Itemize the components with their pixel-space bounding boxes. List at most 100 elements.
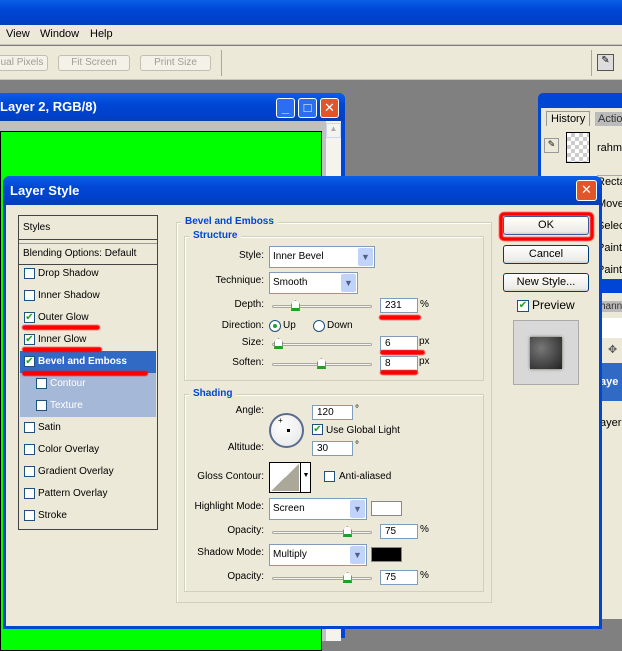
print-size-button[interactable]: Print Size [140, 55, 211, 71]
close-button[interactable]: ✕ [320, 98, 339, 118]
direction-down-label[interactable]: Down [327, 319, 353, 333]
soften-input[interactable]: 8 [380, 356, 418, 371]
technique-select[interactable]: Smooth ▼ [269, 272, 358, 294]
blending-options[interactable]: Blending Options: Default [19, 243, 157, 265]
snapshot-thumbnail[interactable] [566, 132, 590, 163]
style-checkbox[interactable]: ✔ [24, 312, 35, 323]
style-checkbox[interactable] [24, 488, 35, 499]
minimize-button[interactable]: _ [276, 98, 295, 118]
contour-preview [271, 464, 299, 491]
style-checkbox[interactable] [36, 400, 47, 411]
altitude-input[interactable]: 30 [312, 441, 353, 456]
highlight-opacity-input[interactable]: 75 [380, 524, 418, 539]
tab-actions[interactable]: Actio [595, 112, 622, 126]
altitude-label: Altitude: [227, 442, 264, 453]
ok-button[interactable]: OK [503, 216, 589, 235]
depth-slider[interactable] [272, 300, 372, 311]
direction-down-radio[interactable] [313, 320, 325, 332]
preview-thumbnail [513, 320, 579, 385]
highlight-opacity-unit: % [420, 524, 429, 535]
blend-field[interactable] [600, 318, 622, 338]
style-item-bevel-and-emboss[interactable]: ✔ Bevel and Emboss [20, 351, 156, 373]
style-item-drop-shadow[interactable]: Drop Shadow [20, 263, 156, 285]
shadow-opacity-label: Opacity: [227, 571, 264, 582]
style-select[interactable]: Inner Bevel ▼ [269, 246, 375, 268]
style-item-contour[interactable]: Contour [20, 373, 156, 395]
size-slider[interactable] [272, 338, 372, 349]
style-checkbox[interactable] [24, 422, 35, 433]
shadow-opacity-unit: % [420, 570, 429, 581]
file-browser-icon[interactable]: ✎ [597, 54, 614, 71]
maximize-button[interactable]: □ [298, 98, 317, 118]
style-checkbox[interactable]: ✔ [24, 334, 35, 345]
style-item-inner-shadow[interactable]: Inner Shadow [20, 285, 156, 307]
style-item-stroke[interactable]: Stroke [20, 505, 156, 527]
chevron-down-icon: ▼ [300, 463, 311, 492]
highlight-mode-select[interactable]: Screen ▼ [269, 498, 367, 520]
shadow-color-swatch[interactable] [371, 547, 402, 562]
angle-dial[interactable]: + [269, 413, 304, 448]
cancel-button[interactable]: Cancel [503, 245, 589, 264]
direction-up-radio[interactable] [269, 320, 281, 332]
layer-row-selected[interactable]: aye [600, 363, 622, 401]
style-checkbox[interactable] [24, 510, 35, 521]
anti-aliased-checkbox[interactable] [324, 471, 335, 482]
style-item-color-overlay[interactable]: Color Overlay [20, 439, 156, 461]
highlight-mode-label: Highlight Mode: [194, 501, 264, 512]
shadow-mode-select[interactable]: Multiply ▼ [269, 544, 367, 566]
anti-aliased-label[interactable]: Anti-aliased [339, 470, 391, 484]
menu-bar: View Window Help [0, 25, 622, 45]
styles-header[interactable]: Styles [19, 216, 157, 240]
style-checkbox[interactable] [24, 466, 35, 477]
style-item-label: Inner Shadow [38, 290, 100, 301]
gloss-contour-label: Gloss Contour: [197, 471, 264, 482]
soften-slider[interactable] [272, 358, 372, 369]
menu-window[interactable]: Window [40, 28, 79, 40]
soften-label: Soften: [232, 357, 264, 368]
snapshot-label: rahme [597, 142, 622, 154]
direction-up-label[interactable]: Up [283, 319, 296, 333]
altitude-degree: ° [355, 440, 359, 451]
highlight-opacity-slider[interactable] [272, 526, 372, 537]
style-item-label: Bevel and Emboss [38, 356, 127, 367]
app-title-bar [0, 0, 622, 25]
chevron-down-icon: ▼ [350, 546, 365, 564]
style-item-texture[interactable]: Texture [20, 395, 156, 417]
use-global-light-checkbox[interactable]: ✔ [312, 424, 323, 435]
size-unit: px [419, 336, 430, 347]
layers-body: hann ✥ aye ayer [600, 293, 622, 619]
history-brush-icon[interactable]: ✎ [544, 138, 559, 153]
tab-history[interactable]: History [546, 111, 591, 126]
angle-degree: ° [355, 404, 359, 415]
style-checkbox[interactable] [24, 290, 35, 301]
style-item-label: Stroke [38, 510, 67, 521]
menu-help[interactable]: Help [90, 28, 113, 40]
technique-value: Smooth [273, 277, 308, 288]
style-checkbox[interactable] [24, 444, 35, 455]
menu-view[interactable]: View [6, 28, 30, 40]
style-checkbox[interactable] [36, 378, 47, 389]
shadow-opacity-input[interactable]: 75 [380, 570, 418, 585]
layer-row[interactable]: ayer [600, 417, 621, 429]
style-checkbox[interactable] [24, 268, 35, 279]
shadow-opacity-slider[interactable] [272, 572, 372, 583]
highlight-color-swatch[interactable] [371, 501, 402, 516]
tab-channels[interactable]: hann [600, 301, 622, 312]
style-item-pattern-overlay[interactable]: Pattern Overlay [20, 483, 156, 505]
style-checkbox[interactable]: ✔ [24, 356, 35, 367]
depth-input[interactable]: 231 [380, 298, 418, 313]
gloss-contour-picker[interactable]: ▼ [269, 462, 311, 493]
actual-pixels-button[interactable]: ual Pixels [0, 55, 48, 71]
use-global-light-label[interactable]: Use Global Light [326, 424, 400, 438]
scroll-up-button[interactable]: ▲ [326, 123, 341, 138]
style-item-gradient-overlay[interactable]: Gradient Overlay [20, 461, 156, 483]
fit-screen-button[interactable]: Fit Screen [58, 55, 130, 71]
preview-checkbox[interactable]: ✔ [517, 300, 529, 312]
angle-input[interactable]: 120 [312, 405, 353, 420]
new-style-button[interactable]: New Style... [503, 273, 589, 292]
dialog-close-button[interactable]: ✕ [576, 180, 597, 201]
size-input[interactable]: 6 [380, 336, 418, 351]
depth-label: Depth: [234, 299, 264, 310]
preview-label[interactable]: Preview [532, 298, 575, 312]
style-item-satin[interactable]: Satin [20, 417, 156, 439]
